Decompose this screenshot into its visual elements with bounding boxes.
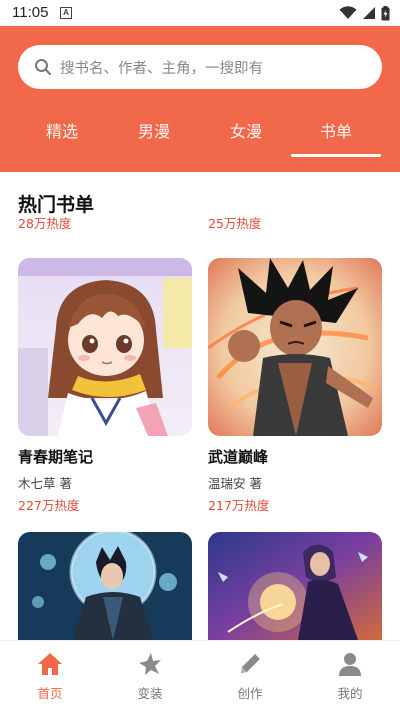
nav-label: 创作 [237,686,263,701]
tab-active-indicator [291,154,381,157]
book-cover[interactable] [18,532,192,640]
nav-label: 我的 [337,686,363,701]
tab-booklist[interactable]: 书单 [296,118,376,142]
bottom-nav: 首页 变装 创作 我的 [0,640,400,712]
search-placeholder: 搜书名、作者、主角，一搜即有 [60,60,263,77]
status-bar: 11:05 A [0,0,400,26]
header: 搜书名、作者、主角，一搜即有 精选 男漫 女漫 书单 [0,26,400,172]
nav-create[interactable]: 创作 [210,651,290,702]
partial-card-hot-2: 25万热度 [208,216,262,231]
book-card[interactable]: 青春期笔记 木七草 著 227万热度 [18,258,192,514]
book-author: 温瑞安 著 [208,476,262,491]
book-title: 青春期笔记 [18,448,94,466]
signal-icon [363,7,375,19]
nav-home[interactable]: 首页 [10,651,90,702]
home-icon [37,651,63,677]
book-cover[interactable] [208,532,382,640]
book-card[interactable]: 武道巅峰 温瑞安 著 217万热度 [208,258,382,514]
book-cover[interactable] [208,258,382,436]
book-hot: 217万热度 [208,498,270,513]
nav-mine[interactable]: 我的 [310,651,390,702]
book-card[interactable] [18,532,192,640]
book-title: 武道巅峰 [208,448,269,466]
star-icon [137,651,163,677]
wifi-icon [339,6,357,19]
nav-label: 变装 [137,686,163,701]
tab-female-comics[interactable]: 女漫 [206,118,286,142]
status-time: 11:05 [12,4,49,21]
status-icons [339,5,390,21]
book-card[interactable] [208,532,382,640]
tab-featured[interactable]: 精选 [22,118,102,142]
search-icon [34,57,54,77]
nav-costume[interactable]: 变装 [110,651,190,702]
pencil-icon [237,651,263,677]
partial-card-hot-1: 28万热度 [18,216,72,231]
battery-icon [381,5,390,20]
notification-a-icon: A [60,7,72,19]
tab-bar: 精选 男漫 女漫 书单 [0,118,400,158]
book-hot: 227万热度 [18,498,80,513]
search-input[interactable]: 搜书名、作者、主角，一搜即有 [18,45,382,89]
user-icon [337,651,363,677]
book-cover[interactable] [18,258,192,436]
nav-label: 首页 [37,686,63,701]
tab-male-comics[interactable]: 男漫 [114,118,194,142]
book-author: 木七草 著 [18,476,72,491]
